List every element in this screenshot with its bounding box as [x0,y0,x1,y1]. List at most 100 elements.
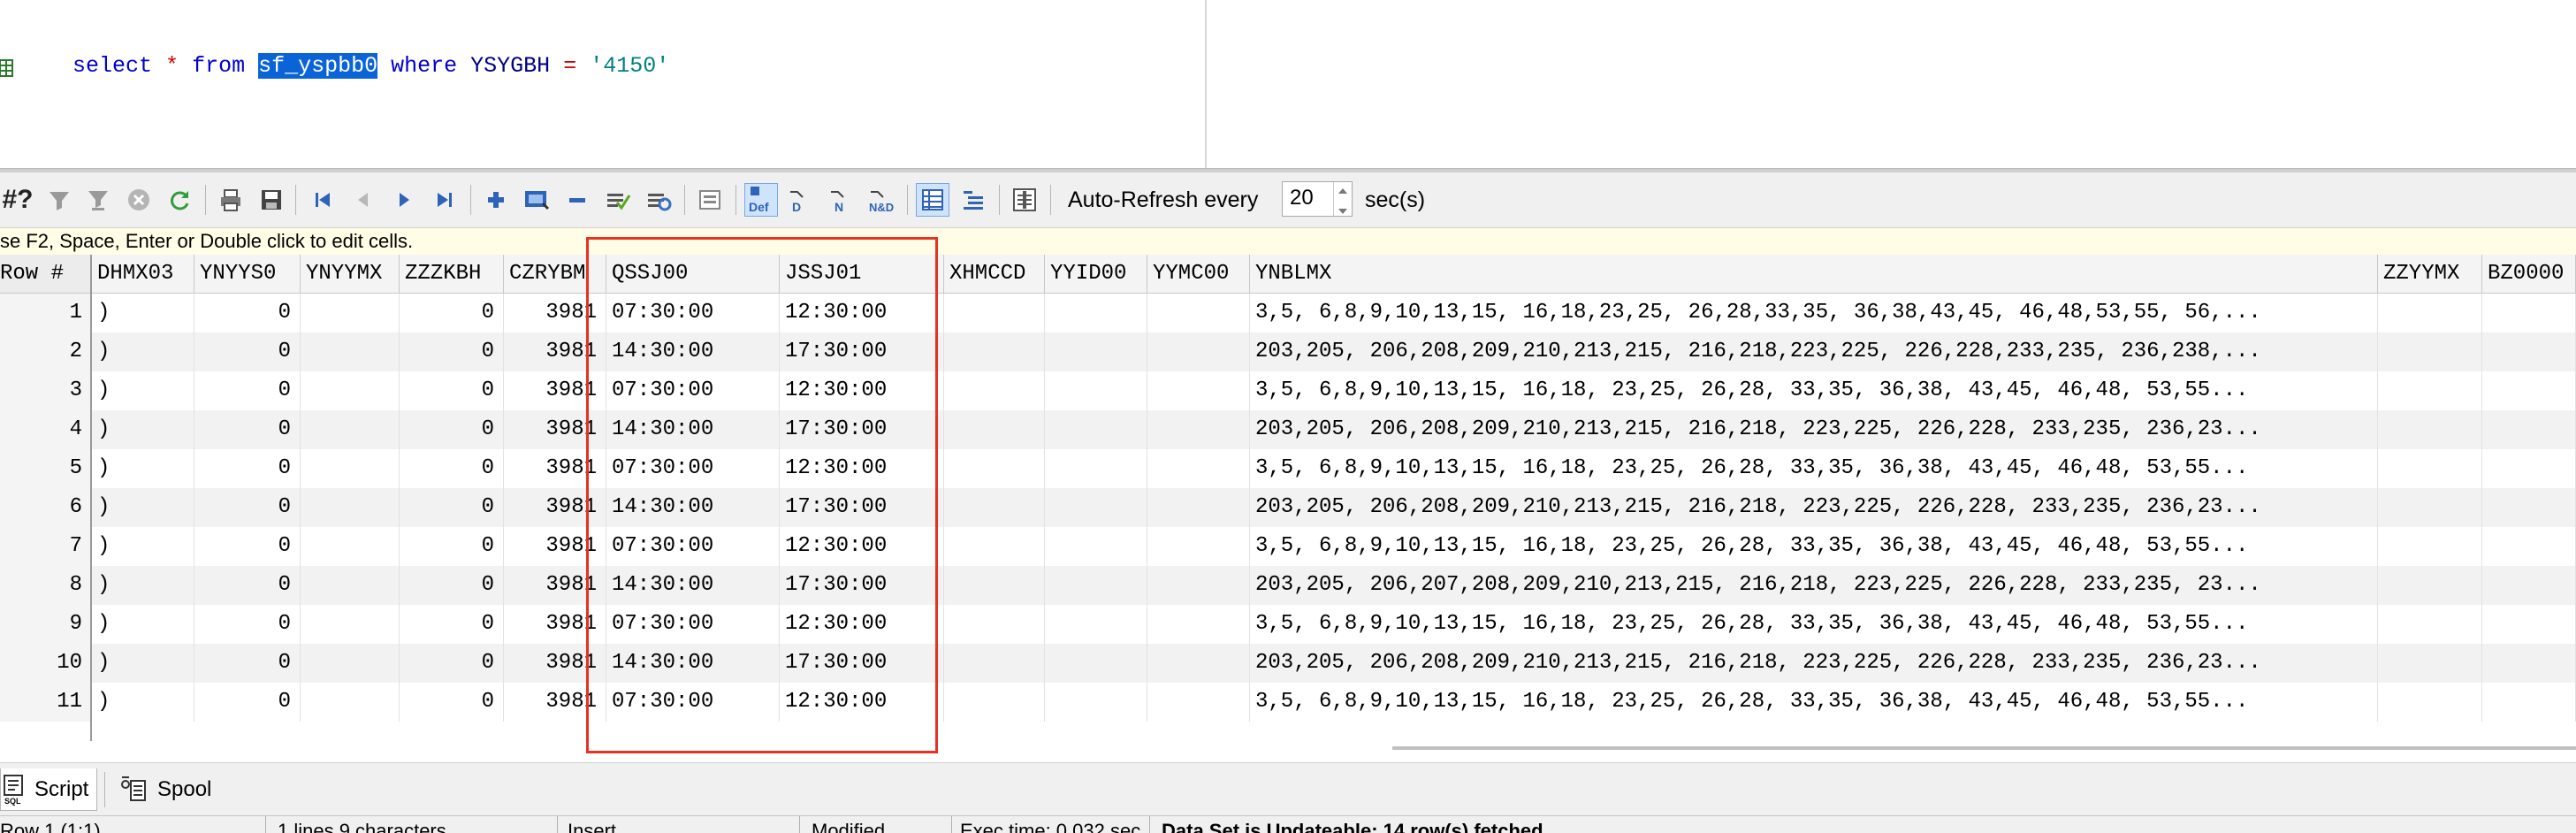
column-header-xhmccd[interactable]: XHMCCD [944,255,1045,294]
table-cell[interactable]: 17:30:00 [780,488,944,527]
sql-editor[interactable]: select * from sf_yspbb0 where YSYGBH = '… [0,0,2576,168]
table-cell[interactable] [2482,371,2576,410]
column-header-bz0000[interactable]: BZ0000 [2482,255,2576,294]
delete-record-button[interactable] [560,183,594,217]
table-cell[interactable] [2482,488,2576,527]
column-header-ynyys0[interactable]: YNYYS0 [194,255,301,294]
table-cell[interactable] [2482,566,2576,605]
table-cell[interactable] [1045,449,1147,488]
table-cell[interactable]: 07:30:00 [606,449,780,488]
table-cell[interactable]: 0 [194,488,301,527]
table-cell[interactable] [2482,294,2576,332]
table-row[interactable]: 6) 0 0 3981 14:30:00 17:30:00 203,205, 206,208… [0,488,2576,527]
table-cell[interactable]: 17:30:00 [780,332,944,371]
cancel-changes-button[interactable] [642,183,675,217]
table-cell[interactable]: 203,205, 206,208,209,210,213,215, 216,21… [1250,332,2378,371]
table-cell[interactable]: 3,5, 6,8,9,10,13,15, 16,18, 23,25, 26,28… [1250,527,2378,566]
table-cell[interactable]: 203,205, 206,208,209,210,213,215, 216,21… [1250,644,2378,683]
n-mode-button[interactable]: N [826,183,859,217]
table-cell[interactable]: 0 [194,294,301,332]
table-cell[interactable]: ) [92,332,194,371]
table-cell[interactable] [2378,488,2482,527]
table-cell[interactable]: 07:30:00 [606,294,780,332]
table-row[interactable]: 9) 0 0 3981 07:30:00 12:30:00 3,5, 6,8,9,10,13… [0,605,2576,644]
table-cell[interactable] [2378,332,2482,371]
table-cell[interactable]: 14:30:00 [606,488,780,527]
table-cell[interactable]: 0 [400,410,504,449]
table-cell[interactable] [1045,566,1147,605]
print-button[interactable] [214,183,248,217]
spinner-arrows[interactable] [1333,182,1352,216]
table-cell[interactable]: 3981 [504,332,606,371]
table-cell[interactable]: 07:30:00 [606,683,780,722]
table-cell[interactable]: 14:30:00 [606,332,780,371]
table-cell[interactable]: 3,5, 6,8,9,10,13,15, 16,18, 23,25, 26,28… [1250,371,2378,410]
nd-mode-button[interactable]: N&D [866,183,900,217]
table-cell[interactable] [1147,294,1250,332]
table-cell[interactable] [301,294,400,332]
column-header-yyid00[interactable]: YYID00 [1045,255,1147,294]
table-cell[interactable]: ) [92,605,194,644]
table-cell[interactable] [2482,410,2576,449]
table-cell[interactable] [301,527,400,566]
default-view-button[interactable]: Def [744,183,778,217]
table-cell[interactable] [1045,644,1147,683]
table-cell[interactable]: 0 [400,294,504,332]
post-changes-button[interactable] [601,183,635,217]
table-cell[interactable] [1147,527,1250,566]
table-cell[interactable] [301,644,400,683]
table-cell[interactable]: 12:30:00 [780,527,944,566]
tab-spool[interactable]: Spool [118,768,233,811]
table-cell[interactable]: 3,5, 6,8,9,10,13,15, 16,18,23,25, 26,28,… [1250,294,2378,332]
column-header-jssj01[interactable]: JSSJ01 [780,255,944,294]
table-cell[interactable]: 17:30:00 [780,644,944,683]
table-cell[interactable]: 3981 [504,566,606,605]
table-cell[interactable] [2482,605,2576,644]
toggle-hash-button[interactable]: #? [0,183,35,217]
table-row[interactable]: 10) 0 0 3981 14:30:00 17:30:00 203,205, 206,20… [0,644,2576,683]
table-row[interactable]: 2) 0 0 3981 14:30:00 17:30:00 203,205, 206,208… [0,332,2576,371]
table-cell[interactable]: 17:30:00 [780,410,944,449]
table-cell[interactable] [1045,605,1147,644]
table-cell[interactable]: ) [92,371,194,410]
table-cell[interactable] [944,449,1045,488]
table-cell[interactable]: 0 [194,605,301,644]
column-header-zzyymx[interactable]: ZZYYMX [2378,255,2482,294]
table-cell[interactable]: ) [92,566,194,605]
table-row[interactable]: 7) 0 0 3981 07:30:00 12:30:00 3,5, 6,8,9,10,13… [0,527,2576,566]
table-cell[interactable]: 0 [194,527,301,566]
auto-refresh-toggle[interactable] [1008,183,1041,217]
table-cell[interactable] [1147,449,1250,488]
table-cell[interactable]: 12:30:00 [780,605,944,644]
table-cell[interactable]: 3981 [504,683,606,722]
table-cell[interactable] [301,605,400,644]
table-row[interactable]: 8) 0 0 3981 14:30:00 17:30:00 203,205, 206,207… [0,566,2576,605]
table-cell[interactable]: 0 [194,410,301,449]
table-cell[interactable]: 07:30:00 [606,605,780,644]
table-cell[interactable]: 3981 [504,410,606,449]
table-cell[interactable]: 0 [400,527,504,566]
table-cell[interactable] [1045,332,1147,371]
table-cell[interactable] [2482,644,2576,683]
table-cell[interactable]: ) [92,449,194,488]
first-record-button[interactable] [306,183,339,217]
auto-refresh-interval-spinner[interactable]: 20 [1282,181,1353,217]
save-button[interactable] [255,183,288,217]
table-cell[interactable]: 3,5, 6,8,9,10,13,15, 16,18, 23,25, 26,28… [1250,449,2378,488]
table-cell[interactable] [944,488,1045,527]
column-header-ynblmx[interactable]: YNBLMX [1250,255,2378,294]
tab-script[interactable]: SQL Script [0,768,97,811]
sql-table-name-selected[interactable]: sf_yspbb0 [258,53,378,79]
horizontal-scrollbar[interactable] [1392,746,2576,750]
column-header-czrybm[interactable]: CZRYBM [504,255,606,294]
table-cell[interactable]: 12:30:00 [780,371,944,410]
table-cell[interactable]: 0 [194,566,301,605]
column-header-zzzkbh[interactable]: ZZZKBH [400,255,504,294]
table-cell[interactable]: 3981 [504,527,606,566]
column-header-dhmx03[interactable]: DHMX03 [92,255,194,294]
table-cell[interactable]: 0 [194,371,301,410]
table-cell[interactable]: 0 [194,449,301,488]
table-cell[interactable] [301,410,400,449]
cancel-query-button[interactable] [122,183,156,217]
table-cell[interactable]: 0 [400,371,504,410]
